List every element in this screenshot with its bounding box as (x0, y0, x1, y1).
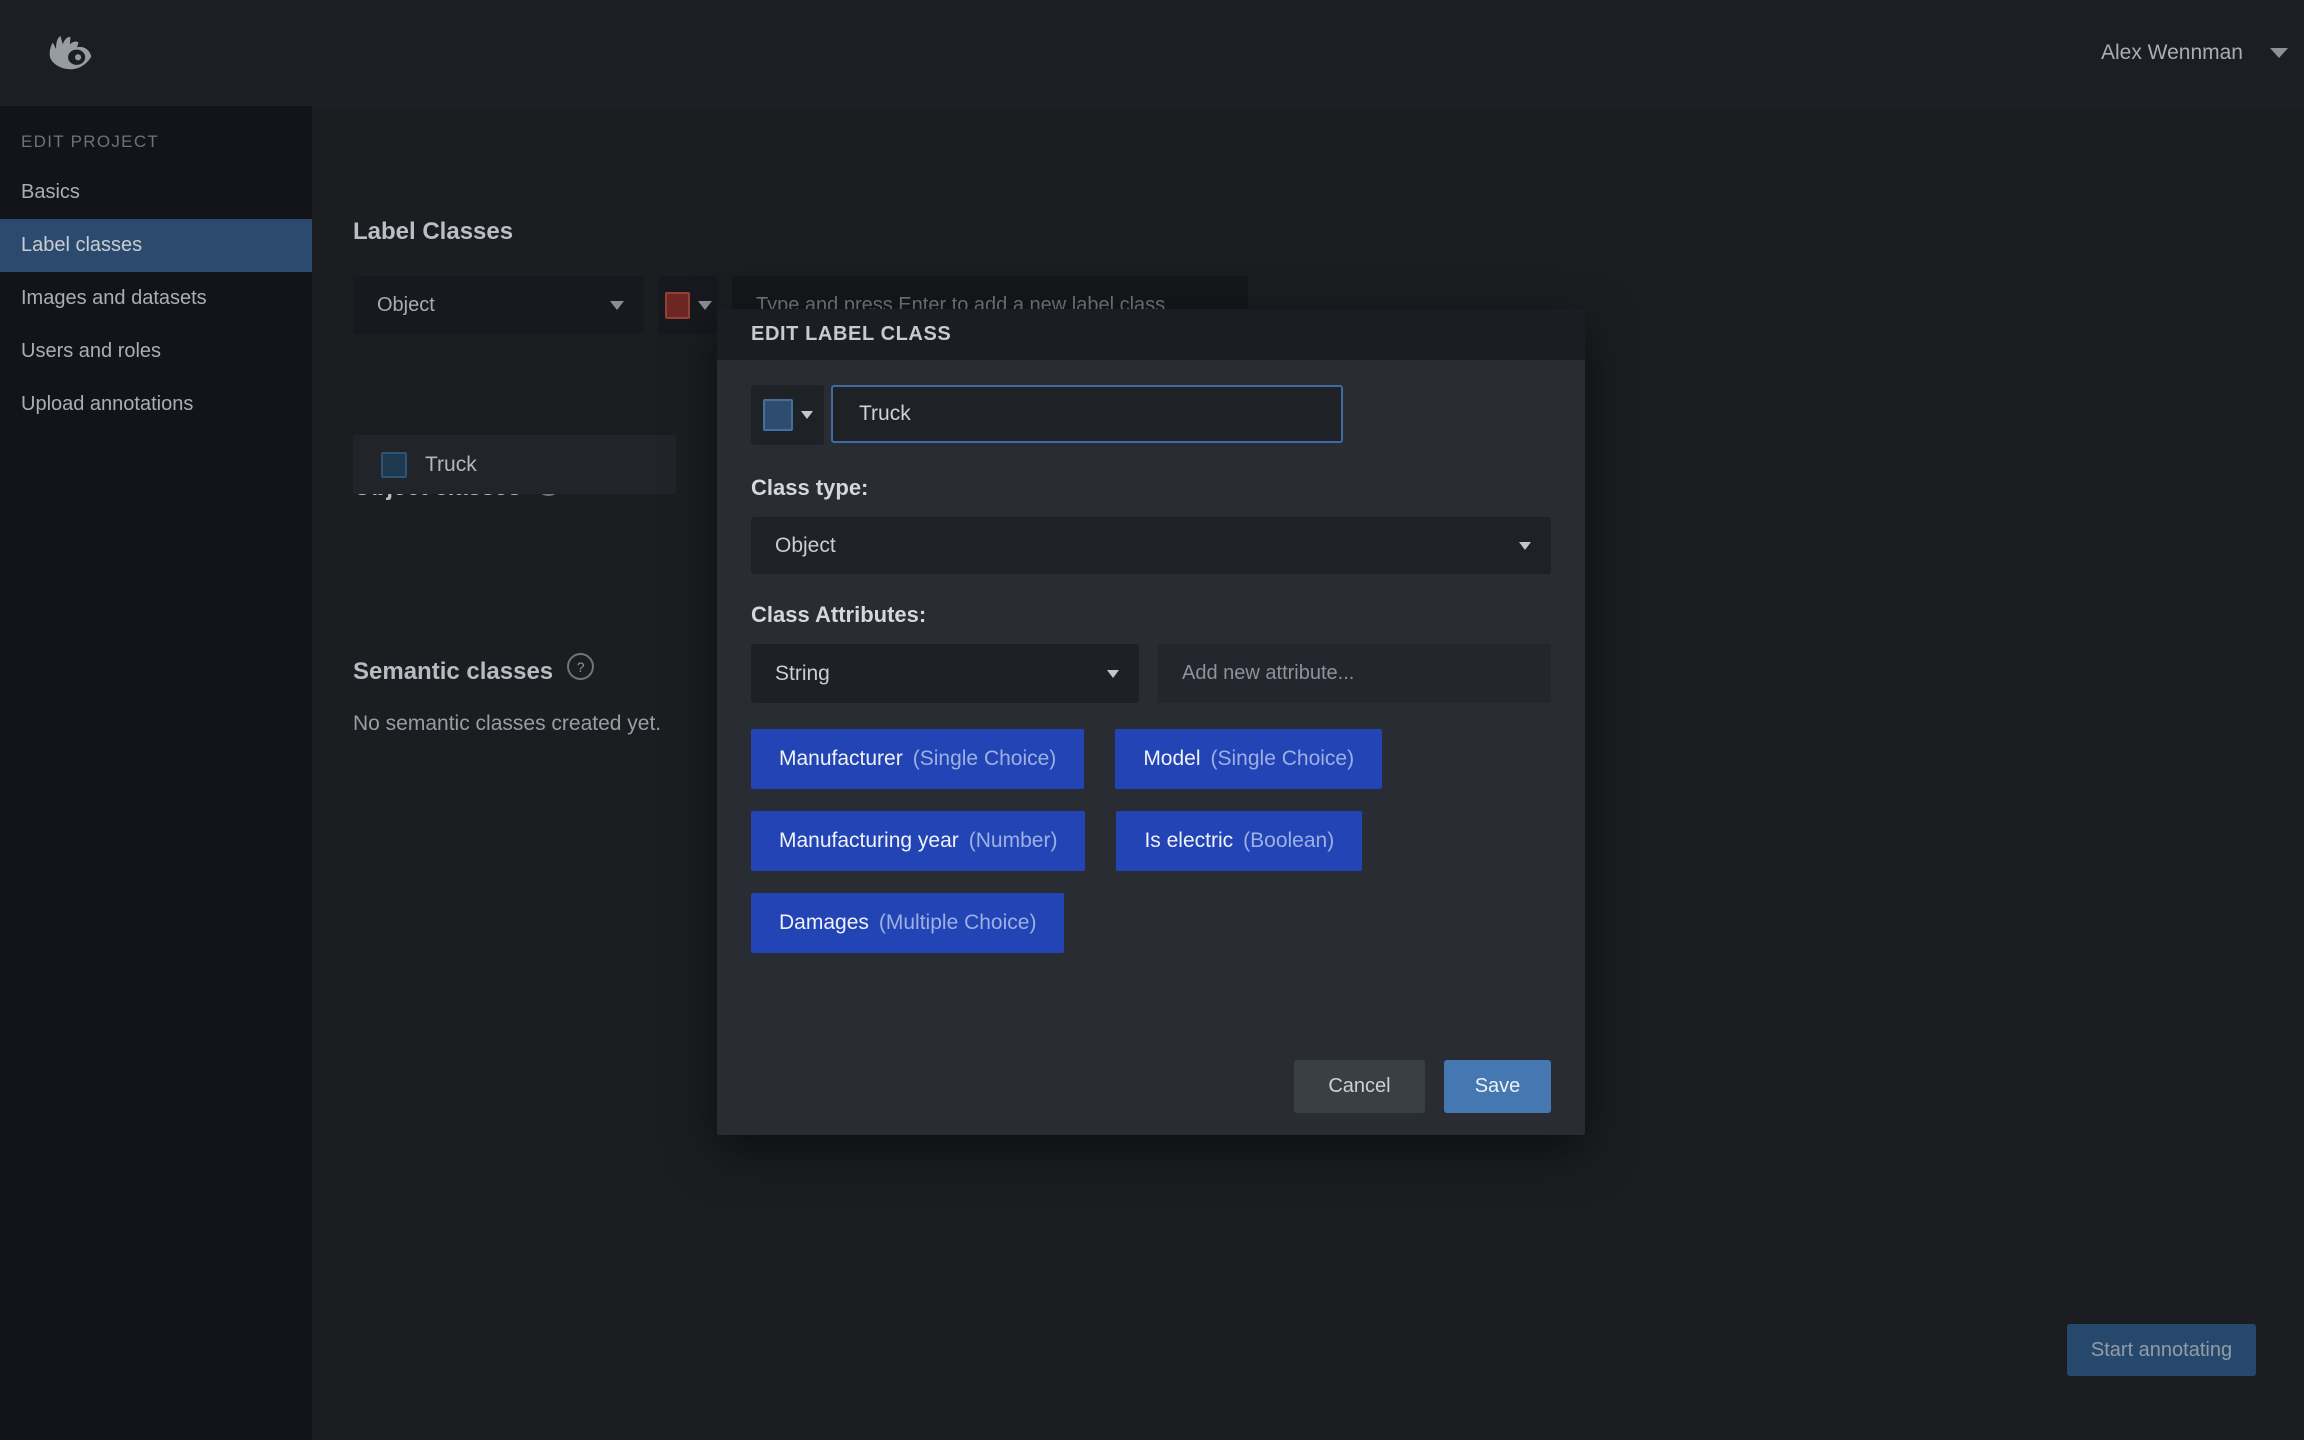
class-name-row (751, 385, 1551, 445)
modal-body: Class type: Object Class Attributes: Str… (717, 360, 1585, 1135)
sidebar-item-basics[interactable]: Basics (0, 166, 312, 219)
attribute-type: (Multiple Choice) (879, 911, 1037, 935)
class-attributes-label: Class Attributes: (751, 602, 1551, 628)
new-class-type-value: Object (377, 294, 435, 317)
attribute-name: Manufacturer (779, 747, 903, 771)
help-icon[interactable]: ? (567, 653, 594, 680)
chevron-down-icon (2270, 48, 2288, 58)
attribute-name: Is electric (1144, 829, 1233, 853)
class-type-select[interactable]: Object (751, 517, 1551, 574)
attribute-type-value: String (775, 662, 830, 686)
attribute-type: (Single Choice) (1211, 747, 1355, 771)
attribute-name: Manufacturing year (779, 829, 959, 853)
attribute-chip-model[interactable]: Model (Single Choice) (1115, 729, 1382, 789)
user-name: Alex Wennman (2101, 41, 2243, 65)
sidebar-item-users-and-roles[interactable]: Users and roles (0, 325, 312, 378)
class-type-label: Class type: (751, 475, 1551, 501)
chevron-down-icon (1107, 670, 1119, 678)
user-menu[interactable]: Alex Wennman (2101, 41, 2288, 65)
attribute-type: (Single Choice) (913, 747, 1057, 771)
class-name-input[interactable] (831, 385, 1343, 443)
app-logo-icon (45, 33, 93, 73)
sidebar-item-images-and-datasets[interactable]: Images and datasets (0, 272, 312, 325)
edit-label-class-modal: EDIT LABEL CLASS Class type: Object Clas… (717, 309, 1585, 1135)
sidebar-item-upload-annotations[interactable]: Upload annotations (0, 378, 312, 431)
sidebar-section-title: EDIT PROJECT (21, 132, 312, 152)
cancel-button[interactable]: Cancel (1294, 1060, 1425, 1113)
attribute-type: (Boolean) (1243, 829, 1334, 853)
color-swatch (665, 292, 690, 319)
chevron-down-icon (1519, 542, 1531, 550)
object-class-item-truck[interactable]: Truck (353, 435, 676, 494)
attribute-name: Model (1143, 747, 1200, 771)
chevron-down-icon (801, 411, 813, 419)
page-title: Label Classes (353, 218, 513, 246)
add-attribute-row: String (751, 644, 1551, 703)
semantic-classes-title: Semantic classes (353, 658, 553, 686)
new-class-color-picker[interactable] (658, 276, 718, 334)
attribute-type-select[interactable]: String (751, 644, 1139, 703)
add-attribute-input[interactable] (1158, 644, 1551, 703)
class-label: Truck (425, 453, 477, 477)
modal-actions: Cancel Save (1294, 1060, 1551, 1113)
chevron-down-icon (698, 301, 712, 310)
attribute-chip-manufacturer[interactable]: Manufacturer (Single Choice) (751, 729, 1084, 789)
semantic-classes-empty-text: No semantic classes created yet. (353, 712, 661, 736)
save-button[interactable]: Save (1444, 1060, 1551, 1113)
semantic-classes-heading: Semantic classes ? (353, 658, 594, 686)
chevron-down-icon (610, 301, 624, 310)
new-class-type-select[interactable]: Object (353, 276, 644, 334)
modal-title: EDIT LABEL CLASS (751, 323, 951, 346)
start-annotating-button[interactable]: Start annotating (2067, 1324, 2256, 1376)
sidebar: EDIT PROJECT Basics Label classes Images… (0, 106, 312, 1440)
top-bar: Alex Wennman (0, 0, 2304, 106)
attribute-type: (Number) (969, 829, 1058, 853)
sidebar-item-label-classes[interactable]: Label classes (0, 219, 312, 272)
class-type-value: Object (775, 534, 836, 558)
attribute-chips: Manufacturer (Single Choice) Model (Sing… (751, 729, 1551, 953)
attribute-chip-damages[interactable]: Damages (Multiple Choice) (751, 893, 1064, 953)
app-window: Alex Wennman EDIT PROJECT Basics Label c… (0, 0, 2304, 1440)
attribute-name: Damages (779, 911, 869, 935)
class-color-swatch (381, 452, 407, 478)
class-color-picker[interactable] (751, 385, 824, 445)
attribute-chip-manufacturing-year[interactable]: Manufacturing year (Number) (751, 811, 1085, 871)
attribute-chip-is-electric[interactable]: Is electric (Boolean) (1116, 811, 1362, 871)
color-swatch (763, 399, 793, 431)
modal-header: EDIT LABEL CLASS (717, 309, 1585, 360)
